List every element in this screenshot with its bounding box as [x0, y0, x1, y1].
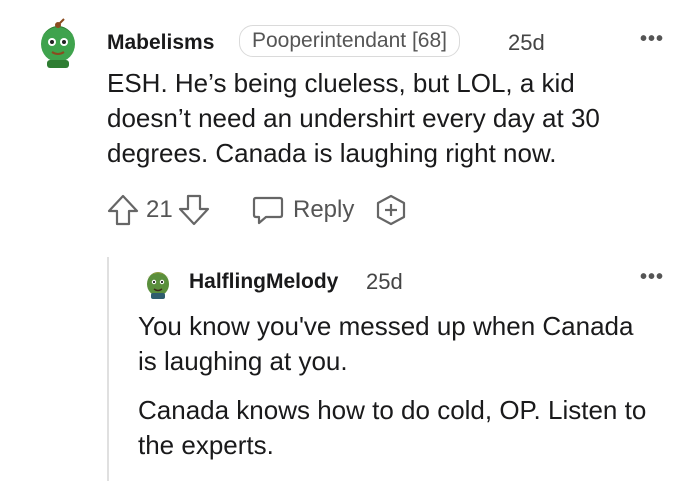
comment-age: 25d	[508, 30, 545, 55]
upvote-arrow-icon	[107, 194, 139, 226]
avatar[interactable]	[30, 14, 86, 70]
comment-age: 25d	[366, 269, 403, 294]
thread-line[interactable]	[107, 257, 109, 481]
more-dots-icon[interactable]: •••	[640, 266, 664, 289]
award-button[interactable]	[374, 193, 408, 227]
user-flair: Pooperintendant [68]	[239, 25, 460, 57]
avatar-image	[30, 14, 86, 70]
award-plus-icon	[376, 194, 406, 226]
reply-button[interactable]: Reply	[251, 192, 361, 226]
speech-bubble-icon	[252, 196, 284, 225]
username[interactable]: Mabelisms	[107, 30, 214, 56]
avatar[interactable]	[140, 264, 176, 300]
downvote-button[interactable]	[177, 193, 211, 227]
more-dots-icon[interactable]: •••	[640, 28, 664, 51]
upvote-button[interactable]	[106, 193, 140, 227]
vote-count: 21	[146, 196, 173, 223]
reply-label: Reply	[293, 196, 355, 223]
comment-body-paragraph-1: You know you've messed up when Canada is…	[138, 311, 634, 376]
avatar-image	[140, 264, 176, 300]
comment-body-paragraph-2: Canada knows how to do cold, OP. Listen …	[138, 395, 647, 460]
downvote-arrow-icon	[178, 194, 210, 226]
username[interactable]: HalflingMelody	[189, 269, 338, 295]
comment-body: ESH. He’s being clueless, but LOL, a kid…	[107, 68, 600, 168]
